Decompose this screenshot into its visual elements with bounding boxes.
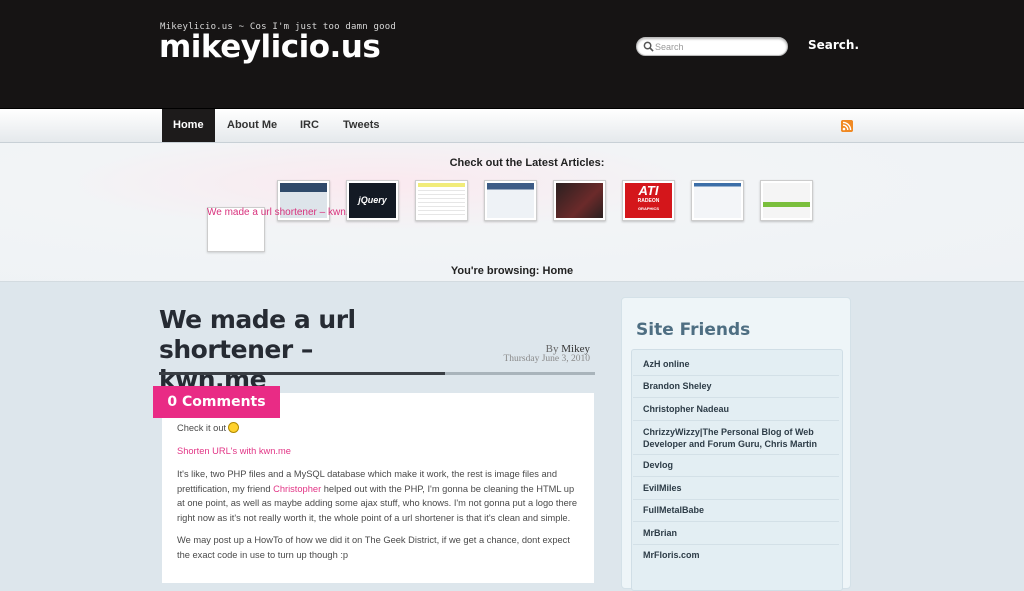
- nav-item-irc[interactable]: IRC: [289, 109, 330, 142]
- comments-button[interactable]: 0 Comments: [153, 386, 280, 418]
- friend-link[interactable]: Devlog: [643, 460, 828, 472]
- friend-link[interactable]: AzH online: [643, 359, 828, 371]
- friend-link[interactable]: MrBrian: [643, 528, 828, 540]
- article-thumb-7[interactable]: [691, 180, 744, 221]
- featured-heading: Check out the Latest Articles:: [449, 157, 605, 169]
- friend-link[interactable]: MrFloris.com: [643, 550, 828, 562]
- friend-link[interactable]: EvilMiles: [643, 483, 828, 495]
- friend-link[interactable]: Christopher Nadeau: [643, 404, 828, 416]
- post-paragraph-3: It's like, two PHP files and a MySQL dat…: [177, 469, 578, 523]
- post-paragraph-4: We may post up a HowTo of how we did it …: [177, 535, 570, 560]
- featured-articles: Check out the Latest Articles: jQuery AT…: [0, 143, 1024, 282]
- kwn-link[interactable]: Shorten URL's with kwn.me: [177, 446, 291, 456]
- article-thumb-jquery[interactable]: jQuery: [346, 180, 399, 221]
- main-nav: Home About Me IRC Tweets: [0, 109, 1024, 143]
- article-thumb-ati[interactable]: ATI RADEON GRAPHICS: [622, 180, 675, 221]
- site-header: Mikeylicio.us ~ Cos I'm just too damn go…: [0, 0, 1024, 109]
- friend-link[interactable]: FullMetalBabe: [643, 505, 828, 517]
- title-rule-light: [445, 372, 595, 375]
- search-button[interactable]: Search.: [808, 38, 859, 52]
- rss-icon[interactable]: [841, 120, 853, 132]
- friend-link[interactable]: Brandon Sheley: [643, 381, 828, 393]
- search-icon: [643, 41, 654, 52]
- article-thumb-4[interactable]: [484, 180, 537, 221]
- post-text: Check it out: [177, 423, 227, 433]
- site-title[interactable]: mikeylicio.us: [159, 28, 381, 66]
- smiley-icon: [228, 422, 240, 433]
- christopher-link[interactable]: Christopher: [273, 484, 321, 494]
- post-paragraph-1: Check it out: [177, 421, 582, 436]
- article-thumb-5[interactable]: [553, 180, 606, 221]
- nav-item-tweets[interactable]: Tweets: [332, 109, 390, 142]
- article-thumb-8[interactable]: [760, 180, 813, 221]
- sidebar-title: Site Friends: [636, 320, 751, 340]
- nav-item-about-me[interactable]: About Me: [216, 109, 288, 142]
- post-paragraph-2: Shorten URL's with kwn.me: [177, 444, 582, 459]
- post-title[interactable]: We made a url shortener – kwn.me: [159, 305, 419, 395]
- search-input[interactable]: [655, 39, 780, 54]
- nav-item-home[interactable]: Home: [162, 109, 215, 142]
- search-box[interactable]: [636, 37, 788, 56]
- title-rule: [159, 372, 445, 375]
- post-date: Thursday June 3, 2010: [503, 354, 590, 364]
- article-thumb-3[interactable]: [415, 180, 468, 221]
- friend-link[interactable]: ChrizzyWizzy|The Personal Blog of Web De…: [643, 427, 828, 450]
- browsing-indicator: You're browsing: Home: [450, 265, 574, 277]
- article-thumb-caption[interactable]: We made a url shortener – kwn.me: [207, 207, 347, 218]
